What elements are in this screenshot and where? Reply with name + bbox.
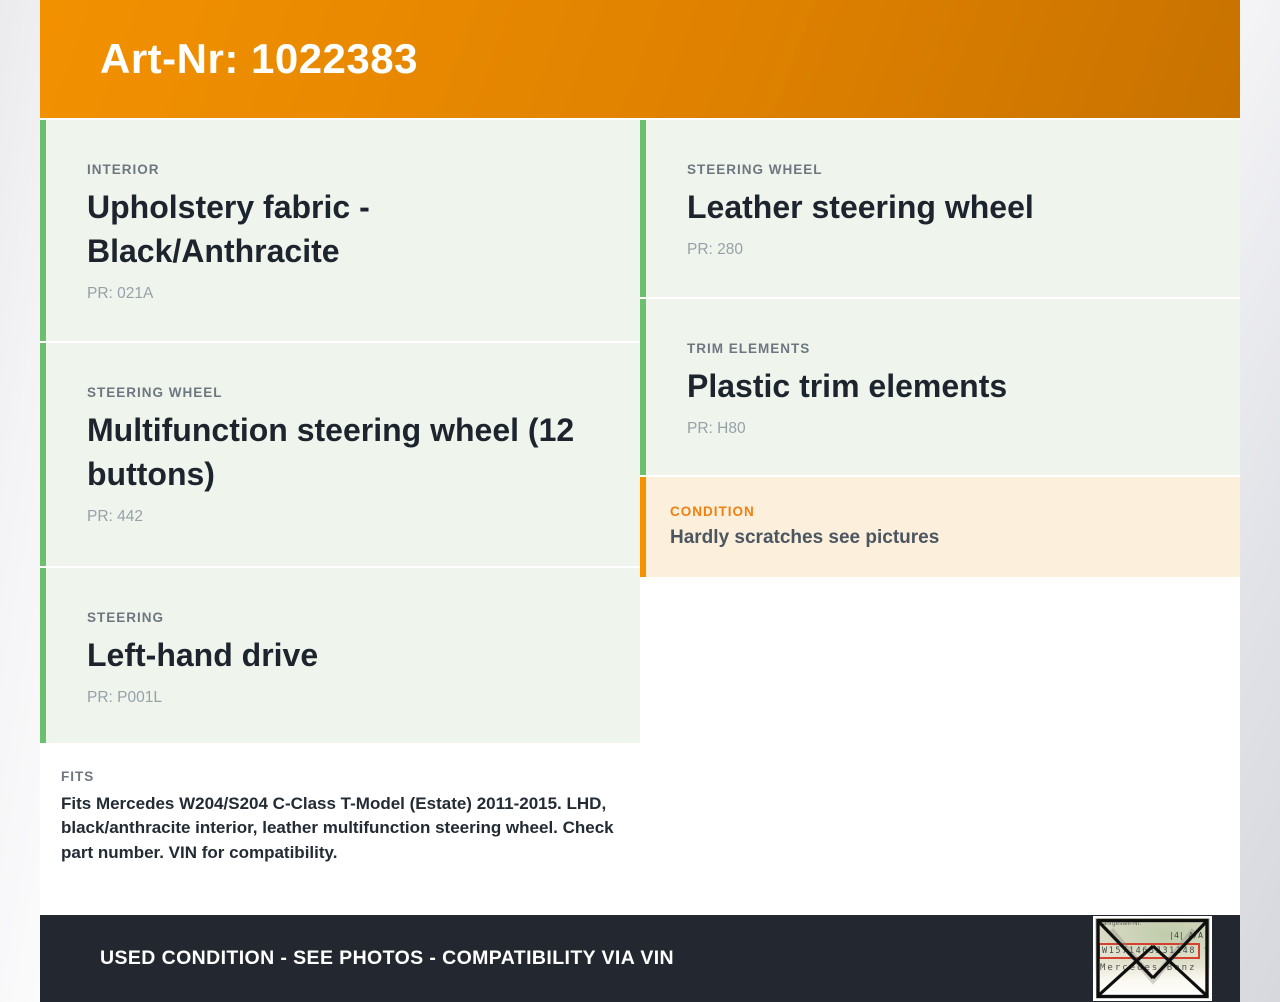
fits-description: Fits Mercedes W204/S204 C-Class T-Model … [61,794,614,862]
content-area: Art-Nr: 1022383 INTERIOR Upholstery fabr… [40,0,1240,1002]
footer-banner: USED CONDITION - SEE PHOTOS - COMPATIBIL… [40,915,1240,1002]
condition-label: CONDITION [670,504,755,519]
spec-card-title: Plastic trim elements [687,368,1008,404]
right-column-filler [640,577,1240,915]
spec-card-steering: STEERING Left-hand drive PR: P001L [40,568,640,743]
spec-card-interior: INTERIOR Upholstery fabric - Black/Anthr… [40,120,640,341]
vin-plate-paper: Fahrgestell-Nr. |4| A/A W1571463J31148 7… [1095,918,1210,999]
spec-card-pr-code: PR: P001L [87,689,162,707]
spec-card-title: Leather steering wheel [687,189,1034,225]
spec-card-trim-elements: TRIM ELEMENTS Plastic trim elements PR: … [640,299,1240,475]
spec-card-label: STEERING WHEEL [87,385,223,400]
spec-card-steering-wheel-multifunction: STEERING WHEEL Multifunction steering wh… [40,343,640,566]
left-column: INTERIOR Upholstery fabric - Black/Anthr… [40,118,640,915]
fits-label: FITS [61,769,95,784]
spec-card-pr-code: PR: 280 [687,241,744,259]
condition-text: Hardly scratches see pictures [670,527,940,548]
article-number-title: Art-Nr: 1022383 [100,35,418,82]
spec-card-leather-steering-wheel: STEERING WHEEL Leather steering wheel PR… [640,120,1240,297]
spec-card-title: Left-hand drive [87,637,319,673]
condition-card: CONDITION Hardly scratches see pictures [640,477,1240,577]
right-column: STEERING WHEEL Leather steering wheel PR… [640,118,1240,915]
spec-card-label: STEERING [87,610,165,625]
left-margin-strip [0,0,40,1002]
spec-card-label: STEERING WHEEL [687,162,823,177]
spec-card-pr-code: PR: 021A [87,285,154,303]
footer-banner-text: USED CONDITION - SEE PHOTOS - COMPATIBIL… [100,947,675,969]
vin-plate-photo: Fahrgestell-Nr. |4| A/A W1571463J31148 7… [1093,916,1212,1001]
spec-card-pr-code: PR: H80 [687,420,746,438]
spec-card-title: Multifunction steering wheel (12 buttons… [87,412,575,493]
spec-columns: INTERIOR Upholstery fabric - Black/Anthr… [40,118,1240,915]
right-margin-strip [1240,0,1280,1002]
product-listing-page: Art-Nr: 1022383 INTERIOR Upholstery fabr… [0,0,1280,1002]
envelope-icon [1096,918,1209,999]
spec-card-title: Upholstery fabric - Black/Anthracite [87,189,370,270]
header-banner: Art-Nr: 1022383 [40,0,1240,118]
spec-card-pr-code: PR: 442 [87,508,144,526]
fits-card: FITS Fits Mercedes W204/S204 C-Class T-M… [40,745,640,915]
spec-card-label: INTERIOR [87,162,160,177]
spec-card-label: TRIM ELEMENTS [687,341,811,356]
